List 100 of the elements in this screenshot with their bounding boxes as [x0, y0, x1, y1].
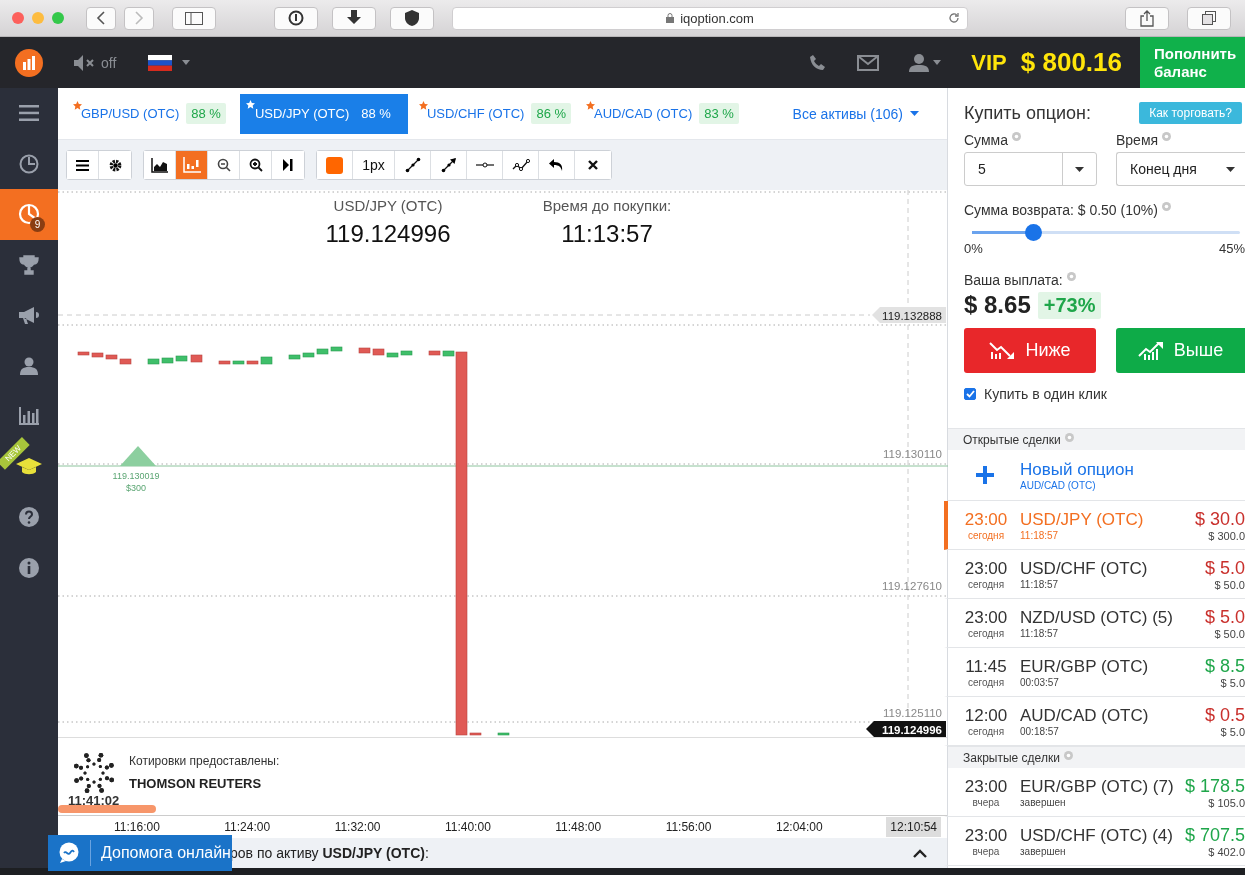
expiry-day: сегодня — [967, 725, 1005, 737]
trade-profit: $ 5.0 — [1204, 606, 1245, 628]
horizontal-line-icon — [475, 162, 494, 168]
asset-tab[interactable]: AUD/CAD (OTC) 83 % — [585, 93, 743, 134]
menu-icon — [19, 105, 39, 122]
trade-stake: $ 105.0 — [1208, 796, 1245, 809]
expiry-select[interactable]: Конец дня — [1116, 152, 1245, 186]
lock-icon — [666, 13, 675, 23]
expiry-day: вчера — [972, 796, 1000, 808]
amount-label: Сумма — [964, 132, 1008, 148]
time-axis-label: 11:16:00 — [114, 820, 161, 834]
trade-profit: $ 178.5 — [1184, 775, 1245, 797]
price-tag: 119.132888 — [872, 307, 946, 323]
deal-amount: $300 — [126, 483, 146, 493]
one-click-label[interactable]: Купить в один клик — [984, 386, 1107, 402]
current-time-tag: 12:10:54 — [886, 817, 941, 837]
user-icon — [20, 356, 38, 375]
quotes-provider: THOMSON REUTERS — [129, 776, 263, 791]
back-button[interactable] — [86, 6, 116, 30]
logo-icon[interactable] — [15, 48, 43, 77]
countdown-label: Время до покупки: — [542, 197, 672, 214]
share-button[interactable] — [1125, 6, 1169, 30]
share-icon — [1140, 9, 1154, 27]
open-trade-row[interactable]: 23:00 сегодня USD/JPY (OTC) 11:18:57 $ 30.0 $ 300.0 — [944, 501, 1245, 550]
circle-icon — [288, 10, 304, 26]
time-label: Время — [1116, 132, 1159, 148]
extension-button[interactable] — [274, 6, 318, 30]
account-menu[interactable] — [909, 53, 942, 72]
expiry-day: сегодня — [967, 529, 1005, 541]
trade-stake: $ 300.0 — [1208, 529, 1245, 542]
area-chart-icon — [151, 157, 168, 173]
trade-asset: USD/CHF (OTC) — [1020, 558, 1148, 579]
phone-icon[interactable] — [809, 53, 828, 72]
zoom-in-icon — [248, 158, 263, 172]
chevron-right-icon — [134, 11, 144, 25]
skip-end-icon — [283, 159, 293, 171]
trade-profit: $ 707.5 — [1184, 824, 1245, 846]
tabs-button[interactable] — [1187, 6, 1231, 30]
online-help-button[interactable]: Допомога онлайн — [48, 835, 232, 871]
asset-tab[interactable]: USD/JPY (OTC) 88 % — [239, 93, 408, 134]
trade-profit: $ 30.0 — [1194, 508, 1245, 530]
deal-price: 119.130019 — [112, 471, 160, 481]
open-trade-row[interactable]: 23:00 сегодня NZD/USD (OTC) (5) 11:18:57 $ 5.0 $ 50.0 — [944, 599, 1245, 648]
closed-trade-row[interactable]: 23:00 вчера EUR/GBP (OTC) (7) завершен $ 178.5 $ 105.0 — [944, 768, 1245, 817]
vip-label: VIP — [971, 49, 1007, 76]
expiry-time: 23:00 — [964, 509, 1008, 530]
time-left: 11:18:57 — [1020, 627, 1060, 639]
all-assets-link[interactable]: Все активы (106) — [792, 105, 919, 122]
star-icon — [245, 99, 255, 109]
user-icon — [909, 53, 930, 72]
sound-toggle[interactable]: off — [73, 53, 117, 72]
trophy-icon — [19, 254, 39, 275]
price-axis-label: 119.127610 — [882, 580, 942, 592]
extension-button[interactable] — [332, 6, 376, 30]
toolbar-button[interactable] — [144, 151, 176, 179]
lower-button[interactable]: Ниже — [964, 328, 1096, 373]
trade-asset: AUD/CAD (OTC) — [1020, 705, 1149, 726]
reload-icon[interactable] — [948, 12, 960, 24]
closed-trades-title: Закрытые сделки — [963, 751, 1060, 765]
candlestick-icon — [182, 157, 201, 173]
caret-up-icon[interactable] — [913, 848, 927, 858]
toolbar-button[interactable] — [67, 151, 99, 179]
sidebar-item[interactable]: 9 — [0, 189, 58, 240]
slider-thumb[interactable] — [1024, 224, 1042, 241]
time-axis-label: 12:04:00 — [775, 820, 824, 834]
trade-stake: $ 5.0 — [1220, 676, 1245, 689]
closed-trade-row[interactable]: 23:00 вчера USD/CHF (OTC) (4) завершен $ 707.5 $ 402.0 — [944, 817, 1245, 866]
pie-chart-icon — [18, 203, 40, 226]
payout-label: Ваша выплата: — [964, 272, 1063, 288]
quotes-caption: Котировки предоставлены: — [129, 754, 280, 768]
mail-icon[interactable] — [857, 54, 880, 71]
checkbox[interactable] — [964, 388, 976, 400]
open-trade-row[interactable]: 23:00 сегодня USD/CHF (OTC) 11:18:57 $ 5.0 $ 50.0 — [944, 550, 1245, 599]
trade-profit: $ 5.0 — [1204, 557, 1245, 579]
open-trade-row[interactable]: 11:45 сегодня EUR/GBP (OTC) 00:03:57 $ 8.5 $ 5.0 — [944, 648, 1245, 697]
timeline-marker[interactable] — [58, 805, 156, 813]
timeline-time: 11:41:02 — [68, 793, 120, 808]
asset-name: USD/JPY (OTC) — [333, 197, 443, 214]
time-axis-label: 11:56:00 — [665, 820, 713, 834]
caret-down-icon — [1075, 166, 1084, 172]
trade-stake: $ 50.0 — [1214, 578, 1245, 591]
balance-amount[interactable]: $ 800.16 — [1020, 47, 1122, 78]
sidebar-button[interactable] — [172, 6, 216, 30]
countdown-time: 11:13:57 — [561, 220, 653, 247]
trade-asset: EUR/GBP (OTC) (7) — [1020, 776, 1174, 797]
new-option-item[interactable]: Новый опцион AUD/CAD (OTC) — [948, 450, 1245, 501]
asset-tab[interactable]: USD/CHF (OTC) 86 % — [417, 93, 576, 134]
tabs-icon — [1202, 11, 1216, 25]
caret-down-icon — [910, 111, 919, 116]
language-selector[interactable] — [148, 54, 191, 71]
price-axis-label: 119.125110 — [882, 707, 942, 719]
asset-tab[interactable]: GBP/USD (OTC) 88 % — [72, 93, 230, 134]
provider-logo-icon — [71, 750, 117, 796]
pie-chart-icon — [19, 153, 39, 174]
slider-min-label: 0% — [964, 241, 983, 256]
caret-down-icon — [182, 60, 191, 65]
amount-field[interactable]: 5 — [964, 152, 1097, 186]
extension-button[interactable] — [390, 6, 434, 30]
payout-percent: 88 % — [360, 105, 392, 123]
address-field[interactable]: iqoption.com — [452, 6, 968, 30]
